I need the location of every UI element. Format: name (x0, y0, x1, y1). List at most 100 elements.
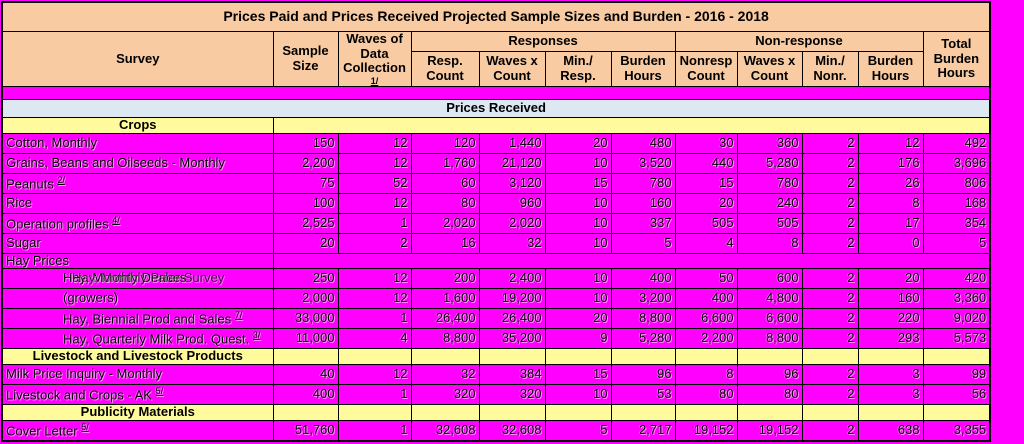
value-cell: 5 (611, 233, 675, 253)
value-cell: 12 (338, 153, 411, 173)
value-cell: 2 (802, 233, 858, 253)
value-cell: 220 (858, 309, 923, 329)
value-cell: 100 (273, 193, 338, 213)
value-cell: 780 (611, 173, 675, 193)
section-band-cell (858, 405, 923, 421)
section-band-cell (611, 349, 675, 365)
survey-cell: Operation profiles 4/ (2, 213, 273, 233)
value-cell: 11,000 (273, 329, 338, 349)
value-cell: 20 (675, 193, 737, 213)
value-cell: 8 (675, 365, 737, 385)
header-group-row: Survey Sample Size Waves of Data Collect… (2, 32, 990, 52)
col-header-survey: Survey (2, 32, 273, 87)
value-cell: 1 (338, 213, 411, 233)
value-cell: 53 (611, 385, 675, 405)
section-band-cell (273, 405, 338, 421)
table-row: Publicity Materials (2, 405, 990, 421)
col-header-resp-waves-x-count: Waves x Count (479, 51, 545, 86)
section-band-cell (411, 349, 479, 365)
value-cell: 354 (923, 213, 990, 233)
value-cell: 3,200 (611, 289, 675, 309)
value-cell: 2,200 (273, 153, 338, 173)
table-row: Operation profiles 4/2,52512,0202,020103… (2, 213, 990, 233)
section-band-cell (338, 405, 411, 421)
value-cell: 50 (675, 269, 737, 289)
value-cell: 26,400 (479, 309, 545, 329)
value-cell: 337 (611, 213, 675, 233)
value-cell: 96 (737, 365, 802, 385)
value-cell: 2 (802, 329, 858, 349)
table-title: Prices Paid and Prices Received Projecte… (2, 2, 990, 32)
value-cell: 99 (923, 365, 990, 385)
value-cell: 780 (737, 173, 802, 193)
value-cell: 2 (802, 309, 858, 329)
value-cell: 12 (338, 269, 411, 289)
value-cell: 2,200 (675, 329, 737, 349)
value-cell: 8 (737, 233, 802, 253)
value-cell: 19,152 (737, 421, 802, 442)
value-cell: 26,400 (411, 309, 479, 329)
value-cell: 2,400 (479, 269, 545, 289)
value-cell: 10 (545, 289, 611, 309)
section-band-label: Prices Received (2, 99, 990, 117)
table-row: Livestock and Crops - AK 5/4001320320105… (2, 385, 990, 405)
value-cell: 12 (338, 289, 411, 309)
value-cell: 8,800 (737, 329, 802, 349)
value-cell: 12 (338, 193, 411, 213)
footnote-mark: 7/ (235, 310, 243, 320)
footnote-mark: 3/ (253, 330, 261, 340)
value-cell: 5 (545, 421, 611, 442)
value-cell: 32,608 (411, 421, 479, 442)
value-cell: 8,800 (611, 309, 675, 329)
value-cell: 3,360 (923, 289, 990, 309)
value-cell: 168 (923, 193, 990, 213)
footnote-mark: 4/ (112, 215, 120, 225)
value-cell: 80 (737, 385, 802, 405)
survey-cell: Cover Letter 5/ (2, 421, 273, 442)
table-row: Hay Prices (2, 253, 990, 269)
value-cell: 35,200 (479, 329, 545, 349)
col-header-min-nonr: Min./ Nonr. (802, 51, 858, 86)
value-cell: 638 (858, 421, 923, 442)
survey-cell: Livestock and Crops - AK 5/ (2, 385, 273, 405)
value-cell: 2 (802, 193, 858, 213)
overlap-text-layer: Hay, Monthly Price Survey (72, 271, 224, 286)
value-cell: 2,717 (611, 421, 675, 442)
value-cell: 505 (675, 213, 737, 233)
value-cell: 160 (611, 193, 675, 213)
value-cell: 320 (411, 385, 479, 405)
section-band-cell (675, 405, 737, 421)
col-header-nonresp-count: Nonresp Count (675, 51, 737, 86)
value-cell: 384 (479, 365, 545, 385)
value-cell: 5,280 (611, 329, 675, 349)
waves-footnote-mark: 1/ (342, 76, 408, 86)
survey-cell: Grains, Beans and Oilseeds - Monthly (2, 153, 273, 173)
value-cell: 5 (923, 233, 990, 253)
value-cell: 33,000 (273, 309, 338, 329)
value-cell: 26 (858, 173, 923, 193)
value-cell: 2,020 (479, 213, 545, 233)
value-cell: 17 (858, 213, 923, 233)
survey-cell: (growers) (2, 289, 273, 309)
col-header-min-resp: Min./ Resp. (545, 51, 611, 86)
value-cell: 20 (545, 309, 611, 329)
value-cell: 160 (858, 289, 923, 309)
value-cell: 51,760 (273, 421, 338, 442)
value-cell: 10 (545, 385, 611, 405)
value-cell: 360 (737, 133, 802, 153)
survey-cell: Hay, Quarterly Milk Prod. Quest. 3/ (2, 329, 273, 349)
section-band-cell (273, 349, 338, 365)
col-header-waves: Waves of Data Collection1/ (338, 32, 411, 87)
section-band-cell (479, 405, 545, 421)
group-label: Hay Prices (2, 253, 273, 269)
value-cell: 15 (675, 173, 737, 193)
section-band-cell (802, 405, 858, 421)
section-band-cell (611, 405, 675, 421)
survey-cell: Hay, Biennial Prod and Sales 7/ (2, 309, 273, 329)
col-header-sample-size: Sample Size (273, 32, 338, 87)
section-band-cell (737, 405, 802, 421)
value-cell: 4,800 (737, 289, 802, 309)
value-cell: 2 (802, 153, 858, 173)
burden-table: Prices Paid and Prices Received Projecte… (1, 1, 991, 442)
value-cell: 2 (802, 133, 858, 153)
